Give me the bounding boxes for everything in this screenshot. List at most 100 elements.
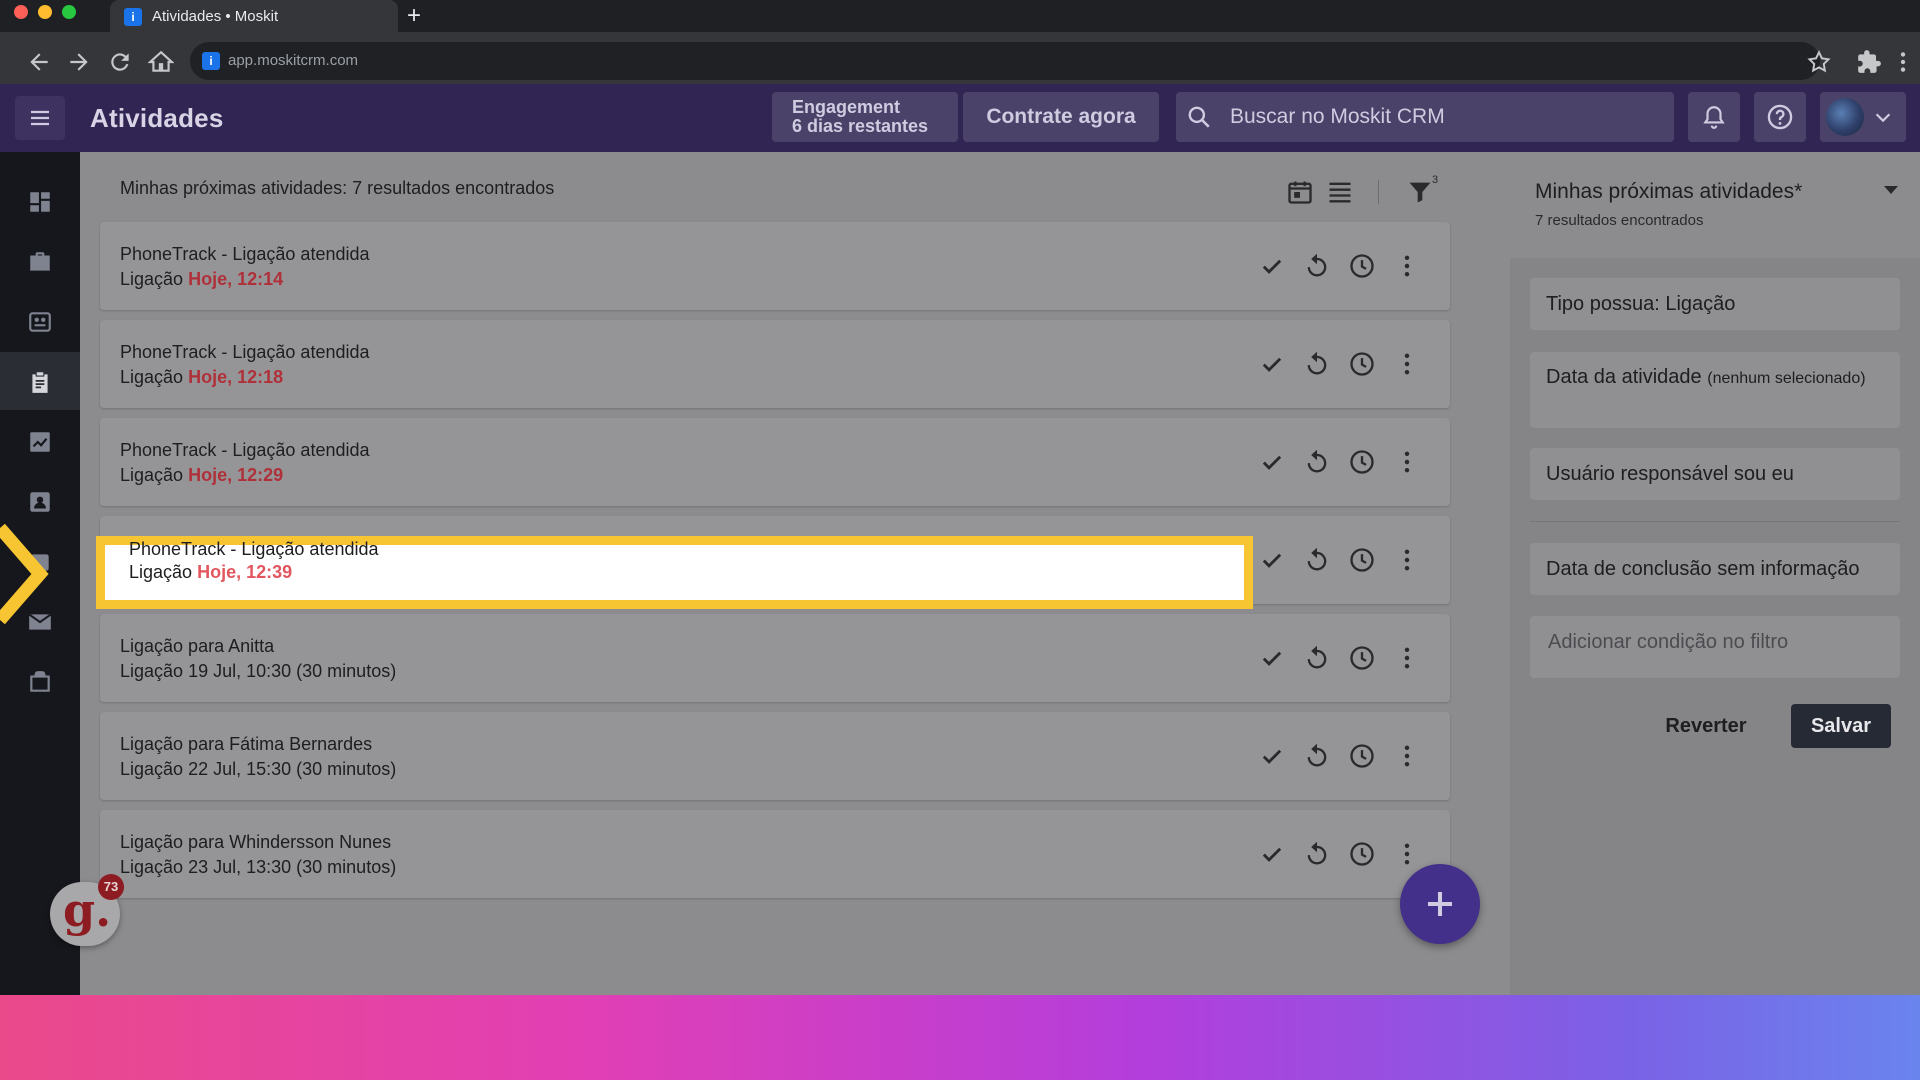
active-filter-count: 3 [1432,174,1439,186]
add-condition-placeholder: Adicionar condição no filtro [1548,631,1789,653]
activity-card[interactable]: Ligação para Anitta Ligação 19 Jul, 10:3… [100,614,1450,702]
calendar-view-icon[interactable] [1286,178,1314,206]
user-menu-button[interactable] [1820,92,1906,142]
clock-icon[interactable] [1348,448,1376,476]
browser-tab[interactable]: i Atividades • Moskit [110,0,398,32]
condition-label: Data de conclusão sem informação [1546,558,1860,580]
nav-item-activities[interactable] [0,352,80,410]
nav-item-deals[interactable] [0,232,80,290]
engagement-plan-label: Engagement [792,97,901,117]
activity-card[interactable]: PhoneTrack - Ligação atendida Ligação Ho… [100,418,1450,506]
clock-icon[interactable] [1348,840,1376,868]
more-vert-icon[interactable] [1393,546,1421,574]
bookmark-star-icon[interactable] [1806,49,1832,75]
activity-type: Ligação [120,465,184,485]
back-arrow-icon[interactable] [26,49,52,75]
guide-widget-button[interactable]: g. 73 [50,874,124,946]
more-vert-icon[interactable] [1393,252,1421,280]
more-vert-icon[interactable] [1393,350,1421,378]
highlighted-activity[interactable]: PhoneTrack - Ligação atendida Ligação Ho… [96,536,1253,609]
search-icon [1188,106,1210,128]
activity-due-date: 22 Jul, 15:30 (30 minutos) [188,759,397,779]
activity-due-date: 19 Jul, 10:30 (30 minutos) [188,661,397,681]
filter-condition-data[interactable]: Data da atividade (nenhum selecionado) [1530,352,1900,428]
check-icon[interactable] [1258,742,1286,770]
more-vert-icon[interactable] [1393,644,1421,672]
user-avatar [1826,98,1864,136]
nav-item-contacts[interactable] [0,292,80,350]
clock-icon[interactable] [1348,546,1376,574]
activity-due-date: Hoje, 12:18 [188,367,284,387]
activity-card[interactable]: PhoneTrack - Ligação atendida Ligação Ho… [100,320,1450,408]
nav-item-reports[interactable] [0,412,80,470]
extensions-puzzle-icon[interactable] [1856,49,1882,75]
reload-icon[interactable] [107,49,133,75]
reschedule-icon[interactable] [1303,840,1331,868]
clock-icon[interactable] [1348,644,1376,672]
condition-field: Data da atividade [1546,366,1702,388]
activity-meta: Ligação Hoje, 12:29 [120,465,283,486]
more-vert-icon[interactable] [1393,840,1421,868]
reschedule-icon[interactable] [1303,546,1331,574]
address-bar[interactable]: i app.moskitcrm.com [190,42,1820,80]
bottom-gradient-band [0,995,1920,1080]
activity-card[interactable]: PhoneTrack - Ligação atendida Ligação Ho… [100,222,1450,310]
browser-menu-icon[interactable] [1890,49,1916,75]
nav-item-bag[interactable] [0,652,80,710]
activity-card[interactable]: Ligação para Fátima Bernardes Ligação 22… [100,712,1450,800]
reschedule-icon[interactable] [1303,252,1331,280]
help-button[interactable] [1754,92,1806,142]
bag-icon [30,671,50,692]
condition-value-note: (nenhum selecionado) [1707,370,1866,387]
condition-label: Tipo possua: Ligação [1546,293,1736,315]
hamburger-menu-button[interactable] [15,96,65,140]
reschedule-icon[interactable] [1303,350,1331,378]
add-activity-button[interactable] [1400,864,1480,944]
check-icon[interactable] [1258,448,1286,476]
new-tab-button[interactable]: + [407,4,421,28]
engagement-days-left: 6 dias restantes [792,116,929,136]
revert-button[interactable]: Reverter [1648,704,1764,748]
site-favicon-icon: i [202,52,220,70]
more-vert-icon[interactable] [1393,448,1421,476]
save-button[interactable]: Salvar [1791,704,1891,748]
check-icon[interactable] [1258,644,1286,672]
check-icon[interactable] [1258,350,1286,378]
home-icon[interactable] [148,49,174,75]
saved-filter-title[interactable]: Minhas próximas atividades* [1535,180,1802,204]
filter-condition-tipo[interactable]: Tipo possua: Ligação [1530,278,1900,330]
results-count-label: Minhas próximas atividades: 7 resultados… [120,178,555,198]
maximize-window-button[interactable] [62,5,76,19]
filter-condition-usuario[interactable]: Usuário responsável sou eu [1530,448,1900,500]
activity-type: Ligação [120,857,184,877]
clock-icon[interactable] [1348,350,1376,378]
reschedule-icon[interactable] [1303,742,1331,770]
reschedule-icon[interactable] [1303,448,1331,476]
close-window-button[interactable] [14,5,28,19]
clock-icon[interactable] [1348,742,1376,770]
minimize-window-button[interactable] [38,5,52,19]
notifications-button[interactable] [1688,92,1740,142]
clock-icon[interactable] [1348,252,1376,280]
check-icon[interactable] [1258,546,1286,574]
filter-funnel-icon[interactable] [1406,178,1434,206]
activity-card[interactable]: Ligação para Whindersson Nunes Ligação 2… [100,810,1450,898]
activity-meta: Ligação Hoje, 12:18 [120,367,283,388]
tab-title: Atividades • Moskit [152,8,279,25]
reschedule-icon[interactable] [1303,644,1331,672]
clipboard-icon [32,372,48,393]
contrate-agora-button[interactable]: Contrate agora [963,92,1159,142]
forward-arrow-icon[interactable] [66,49,92,75]
engagement-trial-badge[interactable]: Engagement 6 dias restantes [772,92,958,142]
check-icon[interactable] [1258,252,1286,280]
caret-down-icon[interactable] [1884,186,1898,194]
global-search-input[interactable]: Buscar no Moskit CRM [1176,92,1674,142]
screen: i Atividades • Moskit + i app.moskitcrm.… [0,0,1920,1080]
more-vert-icon[interactable] [1393,742,1421,770]
filter-condition-conclusao[interactable]: Data de conclusão sem informação [1530,543,1900,595]
nav-item-dashboard[interactable] [0,172,80,230]
activity-type: Ligação [129,562,193,582]
check-icon[interactable] [1258,840,1286,868]
add-condition-input[interactable]: Adicionar condição no filtro [1530,616,1900,678]
list-view-icon[interactable] [1326,178,1354,206]
